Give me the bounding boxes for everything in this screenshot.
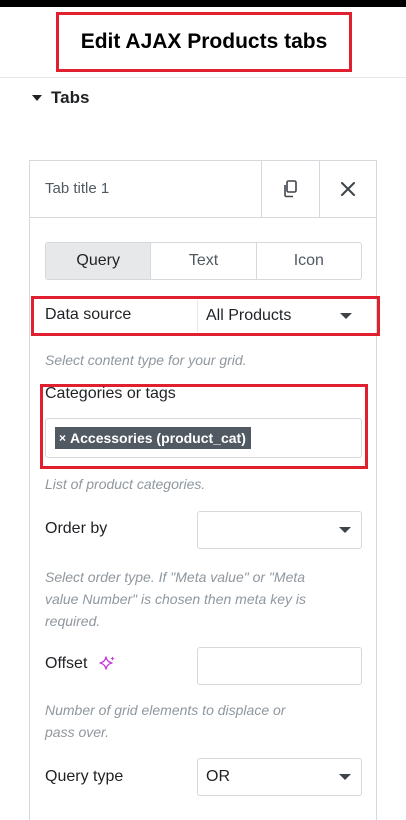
repeater-item-header[interactable]: Tab title 1 — [30, 161, 376, 218]
order-by-label: Order by — [45, 520, 108, 537]
category-tag: × Accessories (product_cat) — [55, 427, 251, 449]
order-by-hint-line-3: required. — [45, 613, 101, 629]
query-type-value: OR — [206, 768, 230, 785]
panel-header-title: Edit AJAX Products tabs — [56, 12, 352, 72]
chevron-down-icon — [339, 774, 351, 780]
data-source-value: All Products — [206, 307, 292, 324]
order-by-hint-line-1: Select order type. If "Meta value" or "M… — [45, 569, 306, 585]
order-by-hint-line-2: value Number" is chosen then meta key is — [45, 591, 306, 607]
repeater-item-title[interactable]: Tab title 1 — [45, 180, 109, 197]
remove-button[interactable] — [319, 161, 376, 217]
data-source-hint: Select content type for your grid. — [45, 352, 247, 368]
section-toggle-tabs[interactable]: Tabs — [32, 86, 89, 110]
copy-icon — [284, 180, 297, 198]
offset-hint-line-1: Number of grid elements to displace or — [45, 702, 286, 718]
query-type-select[interactable]: OR — [197, 758, 362, 796]
header-divider — [0, 77, 406, 78]
categories-tag-input[interactable]: × Accessories (product_cat) — [45, 418, 362, 458]
offset-label-wrap: Offset — [45, 655, 116, 673]
category-tag-label: Accessories (product_cat) — [70, 430, 246, 446]
offset-hint-line-2: pass over. — [45, 724, 110, 740]
repeater-item: Tab title 1 Query Text Icon Data source … — [29, 160, 380, 820]
tab-query[interactable]: Query — [46, 243, 151, 279]
data-source-label: Data source — [45, 306, 132, 323]
tab-icon[interactable]: Icon — [255, 243, 361, 279]
tab-switcher: Query Text Icon — [45, 242, 362, 280]
tab-text[interactable]: Text — [150, 243, 255, 279]
close-icon — [341, 182, 355, 196]
remove-tag-icon[interactable]: × — [59, 431, 66, 445]
section-label: Tabs — [51, 88, 90, 107]
categories-label: Categories or tags — [45, 385, 176, 402]
order-by-select[interactable] — [197, 511, 362, 549]
window-top-bar — [0, 0, 406, 7]
categories-hint: List of product categories. — [45, 476, 206, 492]
caret-down-icon — [32, 95, 42, 101]
offset-input[interactable] — [197, 647, 362, 685]
query-type-label: Query type — [45, 768, 124, 785]
chevron-down-icon — [339, 527, 351, 533]
offset-label: Offset — [45, 655, 88, 673]
sparkle-ai-icon[interactable] — [98, 655, 116, 673]
chevron-down-icon — [340, 313, 352, 319]
duplicate-button[interactable] — [261, 161, 318, 217]
panel-title-text: Edit AJAX Products tabs — [80, 30, 328, 53]
data-source-select[interactable]: All Products — [197, 300, 362, 332]
